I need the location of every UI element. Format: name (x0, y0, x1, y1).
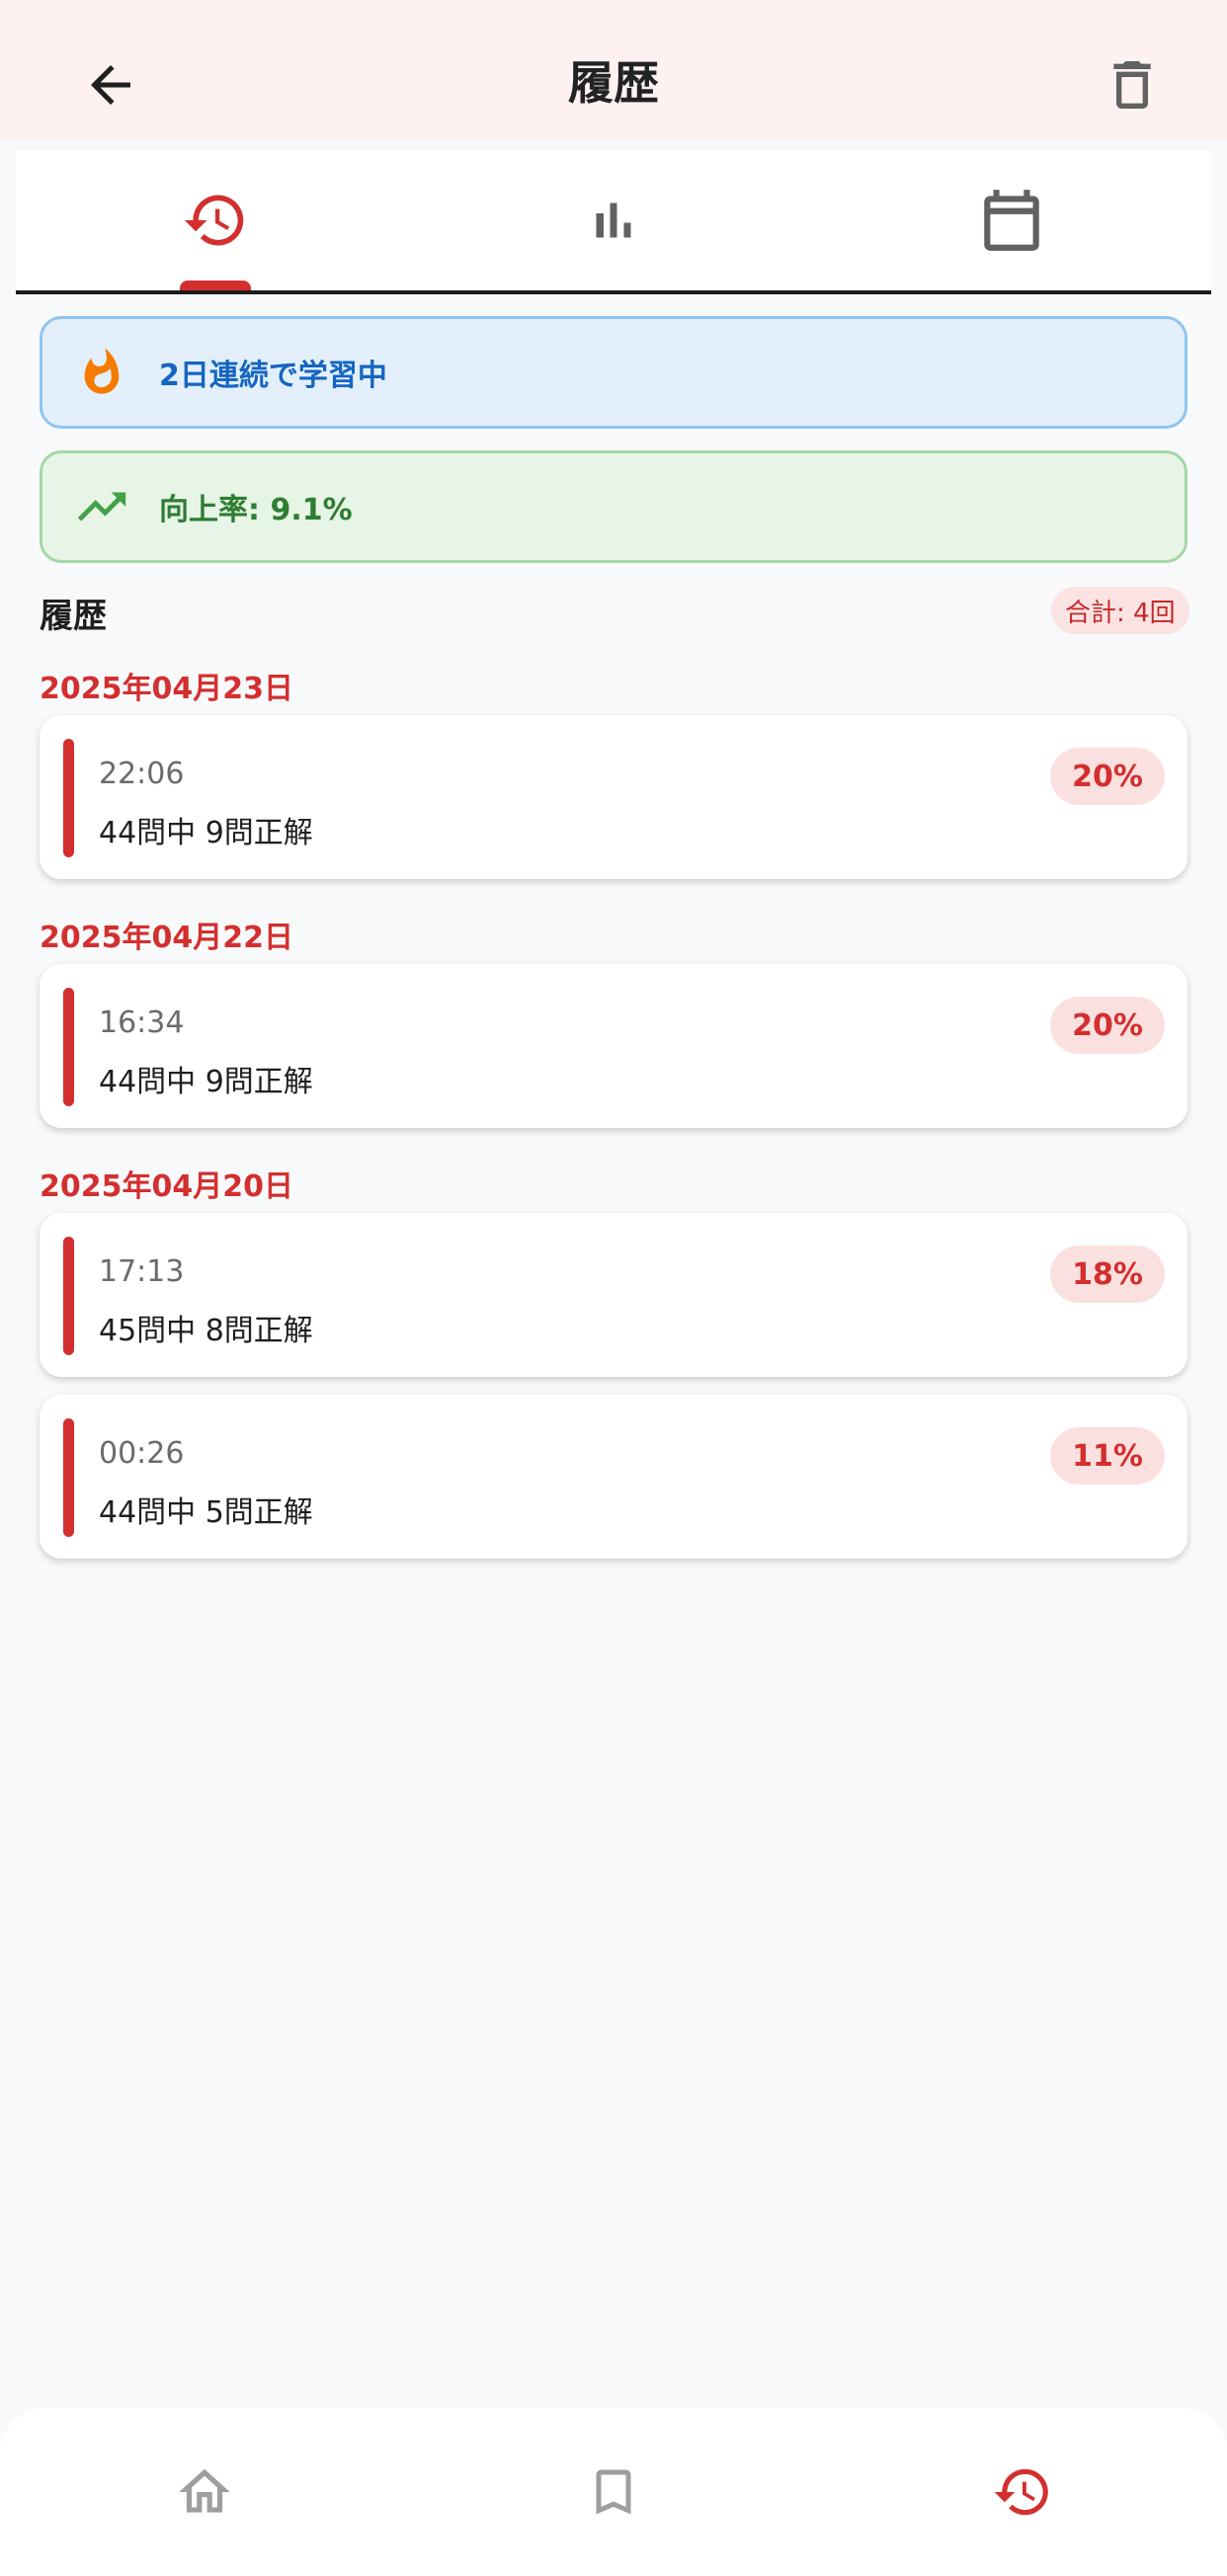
tab-history[interactable] (16, 150, 414, 290)
session-result: 44問中 5問正解 (99, 1495, 313, 1530)
accent-bar (63, 988, 74, 1106)
history-icon (184, 195, 243, 246)
bookmark-icon (596, 2469, 631, 2515)
session-time: 00:26 (99, 1436, 185, 1471)
total-count-badge: 合計: 4回 (1051, 587, 1189, 634)
active-tab-indicator (180, 281, 251, 290)
accent-bar (63, 1418, 74, 1537)
accent-bar (63, 739, 74, 857)
history-section-title: 履歴 (40, 597, 107, 636)
history-icon (994, 2468, 1048, 2516)
improvement-text: 向上率: 9.1% (159, 493, 353, 527)
accent-bar (63, 1237, 74, 1355)
score-badge: 20% (1050, 748, 1165, 805)
history-card[interactable]: 16:34 44問中 9問正解 20% (40, 964, 1187, 1128)
session-result: 44問中 9問正解 (99, 1065, 313, 1099)
tab-calendar[interactable] (812, 150, 1210, 290)
score-badge: 11% (1050, 1427, 1165, 1485)
tab-stats[interactable] (414, 150, 812, 290)
tab-bar (16, 150, 1211, 294)
nav-home[interactable] (0, 2408, 409, 2576)
streak-banner: 2日連続で学習中 (40, 316, 1187, 429)
improvement-banner: 向上率: 9.1% (40, 450, 1187, 563)
history-card[interactable]: 00:26 44問中 5問正解 11% (40, 1395, 1187, 1559)
score-badge: 20% (1050, 997, 1165, 1054)
history-card[interactable]: 22:06 44問中 9問正解 20% (40, 715, 1187, 879)
bar-chart-icon (596, 202, 630, 238)
delete-button[interactable] (1085, 38, 1180, 132)
session-time: 22:06 (99, 757, 185, 791)
streak-text: 2日連続で学習中 (159, 359, 387, 393)
home-icon (179, 2468, 230, 2513)
calendar-icon (983, 190, 1039, 251)
fire-icon (72, 343, 131, 402)
date-header: 2025年04月22日 (40, 921, 293, 955)
session-time: 16:34 (99, 1006, 185, 1040)
trash-icon (1113, 61, 1151, 109)
date-header: 2025年04月20日 (40, 1169, 293, 1204)
trending-up-icon (72, 477, 131, 536)
session-result: 44問中 9問正解 (99, 816, 313, 850)
bottom-navigation (0, 2408, 1227, 2576)
session-result: 45問中 8問正解 (99, 1314, 313, 1348)
nav-bookmark[interactable] (409, 2408, 818, 2576)
date-header: 2025年04月23日 (40, 672, 293, 706)
score-badge: 18% (1050, 1246, 1165, 1303)
app-bar: 履歴 (0, 0, 1227, 140)
nav-history[interactable] (818, 2408, 1227, 2576)
page-title: 履歴 (568, 56, 659, 110)
history-card[interactable]: 17:13 45問中 8問正解 18% (40, 1213, 1187, 1377)
session-time: 17:13 (99, 1254, 185, 1289)
